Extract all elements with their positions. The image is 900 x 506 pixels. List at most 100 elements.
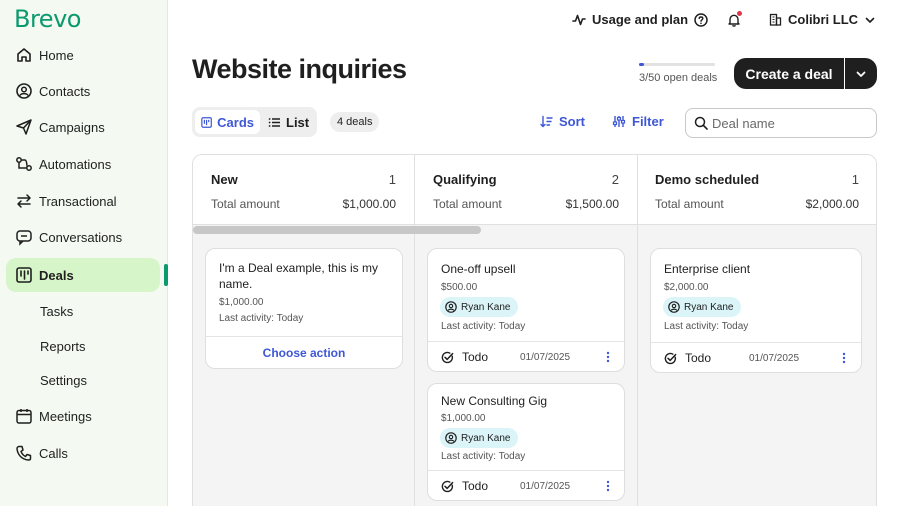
deal-card[interactable]: New Consulting Gig $1,000.00 Ryan Kane L… — [427, 383, 625, 501]
list-view-tab[interactable]: List — [262, 110, 315, 134]
deals-board: New 1 Total amount $1,000.00 I'm a Deal … — [192, 154, 877, 506]
card-footer: Todo 01/07/2025 — [428, 341, 624, 371]
deal-card[interactable]: Enterprise client $2,000.00 Ryan Kane La… — [650, 248, 862, 373]
usage-label: Usage and plan — [592, 12, 689, 27]
sidebar-item-home[interactable]: Home — [6, 38, 160, 72]
last-activity: Last activity: Today — [441, 451, 526, 462]
active-indicator — [164, 264, 168, 286]
task-todo-button[interactable]: Todo — [441, 350, 488, 364]
open-deals-progress — [639, 63, 715, 66]
task-todo-button[interactable]: Todo — [441, 479, 488, 493]
owner-chip[interactable]: Ryan Kane — [663, 297, 742, 317]
pipeline-column-new: New 1 Total amount $1,000.00 I'm a Deal … — [193, 155, 414, 506]
sidebar: Brevo Home Contacts Campaigns Automation… — [0, 0, 168, 506]
task-date: 01/07/2025 — [520, 481, 571, 492]
chevron-down-icon — [856, 71, 866, 77]
column-header: Qualifying 2 Total amount $1,500.00 — [415, 155, 637, 225]
column-total: $1,000.00 — [342, 197, 396, 211]
chevron-down-icon — [865, 17, 875, 23]
swap-icon — [15, 192, 33, 210]
sidebar-item-label: Transactional — [39, 193, 117, 209]
brevo-logo[interactable]: Brevo — [14, 5, 81, 33]
column-header: New 1 Total amount $1,000.00 — [193, 155, 414, 225]
sort-label: Sort — [559, 114, 585, 129]
sidebar-item-transactional[interactable]: Transactional — [6, 184, 160, 218]
more-options-icon[interactable] — [606, 480, 610, 492]
automation-icon — [15, 155, 33, 173]
column-count: 1 — [388, 172, 396, 187]
deal-count-badge: 4 deals — [330, 112, 380, 132]
task-todo-button[interactable]: Todo — [664, 351, 711, 365]
more-options-icon[interactable] — [842, 352, 846, 364]
deal-amount: $1,000.00 — [219, 297, 264, 308]
deal-search — [685, 108, 877, 138]
sidebar-item-contacts[interactable]: Contacts — [6, 74, 160, 108]
deal-name-search-input[interactable] — [712, 114, 870, 132]
owner-chip[interactable]: Ryan Kane — [440, 428, 519, 448]
cards-label: Cards — [217, 114, 254, 130]
sidebar-item-label: Meetings — [39, 408, 92, 424]
cards-icon — [201, 116, 212, 128]
create-deal-button[interactable]: Create a deal — [734, 58, 844, 89]
sidebar-item-campaigns[interactable]: Campaigns — [6, 110, 160, 144]
sort-button[interactable]: Sort — [540, 114, 585, 129]
create-deal-menu-button[interactable] — [845, 58, 877, 89]
deals-icon — [15, 266, 33, 284]
list-label: List — [286, 114, 310, 130]
column-count: 1 — [851, 172, 859, 187]
sidebar-item-conversations[interactable]: Conversations — [6, 220, 160, 254]
task-date: 01/07/2025 — [520, 352, 571, 363]
sidebar-subitem-reports[interactable]: Reports — [40, 339, 86, 354]
card-footer: Todo 01/07/2025 — [651, 342, 861, 372]
owner-chip[interactable]: Ryan Kane — [440, 297, 519, 317]
deal-card[interactable]: One-off upsell $500.00 Ryan Kane Last ac… — [427, 248, 625, 372]
filter-icon — [612, 116, 626, 127]
column-title: Demo scheduled — [655, 172, 760, 187]
user-icon — [668, 301, 680, 313]
total-amount-label: Total amount — [655, 197, 724, 211]
card-footer: Todo 01/07/2025 — [428, 470, 624, 500]
sidebar-item-label: Automations — [39, 156, 112, 172]
phone-icon — [15, 444, 33, 462]
pipeline-column-qualifying: Qualifying 2 Total amount $1,500.00 One-… — [415, 155, 637, 506]
sidebar-item-deals[interactable]: Deals — [6, 258, 160, 292]
send-icon — [15, 118, 33, 136]
sidebar-item-meetings[interactable]: Meetings — [6, 399, 160, 433]
column-title: Qualifying — [433, 172, 497, 187]
open-deals-label: 3/50 open deals — [639, 72, 718, 84]
board-horizontal-scrollbar[interactable] — [193, 226, 481, 234]
deal-amount: $2,000.00 — [664, 282, 709, 293]
deal-title: Enterprise client — [664, 262, 751, 276]
building-icon — [769, 13, 782, 26]
more-options-icon[interactable] — [606, 351, 610, 363]
pipeline-column-demo-scheduled: Demo scheduled 1 Total amount $2,000.00 … — [638, 155, 876, 506]
sidebar-subitem-tasks[interactable]: Tasks — [40, 304, 73, 319]
sidebar-item-label: Deals — [39, 267, 74, 283]
account-switcher[interactable]: Colibri LLC — [769, 12, 876, 27]
deal-card[interactable]: I'm a Deal example, this is my name. $1,… — [205, 248, 403, 369]
usage-and-plan-button[interactable]: Usage and plan — [572, 12, 688, 27]
sidebar-item-automations[interactable]: Automations — [6, 147, 160, 181]
filter-button[interactable]: Filter — [612, 114, 664, 129]
total-amount-label: Total amount — [433, 197, 502, 211]
view-toggle: Cards List — [192, 107, 317, 137]
sidebar-subitem-settings[interactable]: Settings — [40, 373, 87, 388]
sidebar-item-label: Conversations — [39, 229, 123, 245]
card-footer: Choose action — [206, 336, 402, 368]
last-activity: Last activity: Today — [441, 321, 526, 332]
deal-title: One-off upsell — [441, 262, 516, 276]
check-circle-icon — [441, 480, 454, 492]
task-label: Todo — [685, 351, 712, 365]
owner-name: Ryan Kane — [461, 301, 511, 313]
last-activity: Last activity: Today — [664, 321, 749, 332]
choose-action-button[interactable]: Choose action — [206, 346, 402, 360]
column-header: Demo scheduled 1 Total amount $2,000.00 — [638, 155, 876, 225]
sidebar-item-calls[interactable]: Calls — [6, 436, 160, 470]
company-name: Colibri LLC — [788, 12, 859, 27]
filter-label: Filter — [632, 114, 664, 129]
task-date: 01/07/2025 — [749, 353, 800, 364]
help-button[interactable] — [694, 13, 708, 27]
cards-view-tab[interactable]: Cards — [195, 110, 260, 134]
owner-name: Ryan Kane — [684, 301, 734, 313]
deal-amount: $1,000.00 — [441, 413, 486, 424]
